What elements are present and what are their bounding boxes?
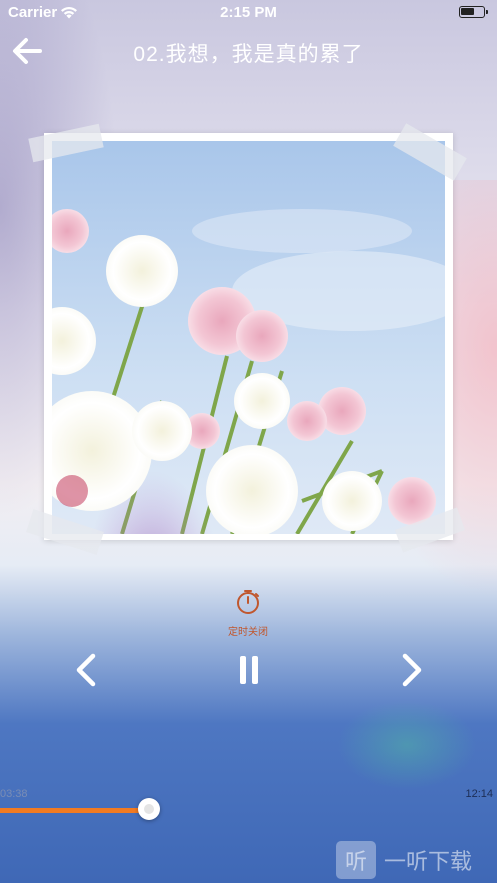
album-artwork — [26, 123, 467, 555]
next-track-button[interactable] — [392, 650, 432, 690]
stopwatch-icon — [237, 590, 259, 614]
watermark-glyph: 听 — [344, 849, 367, 874]
sleep-timer-label: 定时关闭 — [228, 627, 268, 638]
chevron-right-icon — [402, 653, 422, 687]
page-title: 02.我想，我是真的累了 — [133, 43, 364, 66]
status-bar: Carrier 2:15 PM — [0, 0, 497, 26]
progress-track[interactable] — [0, 808, 497, 813]
total-time: 12:14 — [465, 788, 493, 800]
pause-button[interactable] — [229, 650, 269, 690]
previous-track-button[interactable] — [66, 650, 106, 690]
chevron-left-icon — [76, 653, 96, 687]
watermark-text: 一听下载 — [384, 849, 473, 874]
background-blur-green — [337, 700, 477, 790]
watermark-logo: 听 — [336, 841, 376, 879]
album-photo — [52, 141, 445, 534]
watermark: 听 一听下载 — [336, 841, 473, 879]
progress-fill — [0, 808, 149, 813]
elapsed-time: 03:38 — [0, 788, 28, 800]
status-time: 2:15 PM — [220, 4, 277, 21]
progress-thumb[interactable] — [138, 798, 160, 820]
sleep-timer-button[interactable]: 定时关闭 — [218, 588, 278, 638]
battery-icon — [459, 6, 488, 18]
pause-icon — [240, 656, 258, 684]
